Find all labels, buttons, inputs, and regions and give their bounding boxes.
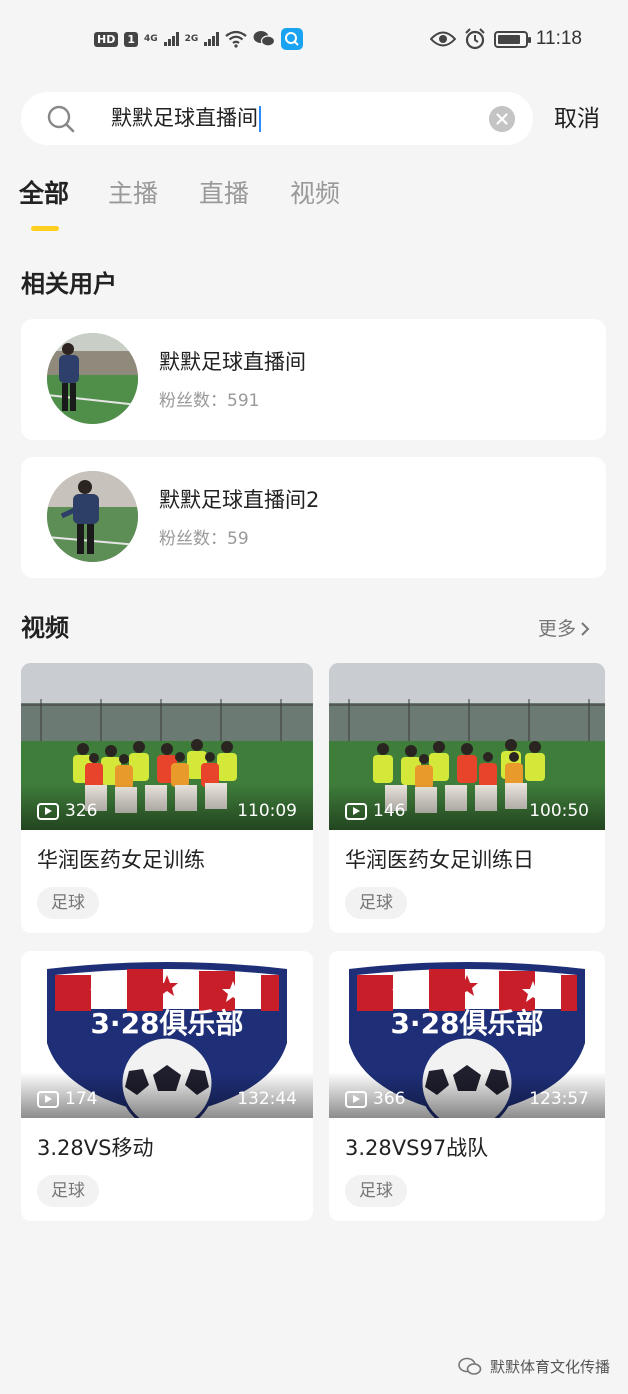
tab-indicator xyxy=(31,226,59,231)
battery-icon xyxy=(493,30,531,48)
avatar[interactable] xyxy=(47,333,138,424)
text-caret xyxy=(259,106,261,132)
wifi-icon xyxy=(225,30,247,48)
video-tag[interactable]: 足球 xyxy=(37,887,99,919)
tab-live[interactable]: 直播 xyxy=(199,177,249,211)
user-name: 默默足球直播间2 xyxy=(159,488,320,512)
tab-all[interactable]: 全部 xyxy=(19,177,69,211)
play-count: 326 xyxy=(37,800,97,822)
user-name: 默默足球直播间 xyxy=(159,350,306,374)
clear-icon[interactable] xyxy=(489,106,515,132)
video-title: 华润医药女足训练 xyxy=(37,848,205,872)
watermark: 默默体育文化传播 xyxy=(458,1356,610,1377)
video-duration: 132:44 xyxy=(237,1089,297,1109)
sim-icon: 1 xyxy=(124,31,138,47)
hd-icon: HD xyxy=(94,31,119,47)
badge-text: 3·28俱乐部 xyxy=(90,1007,243,1040)
play-count-value: 174 xyxy=(65,1089,98,1109)
user-fans-count: 粉丝数：591 xyxy=(159,391,260,411)
section-title-videos: 视频 xyxy=(21,614,69,642)
search-query[interactable]: 默默足球直播间 xyxy=(111,105,261,132)
alarm-icon xyxy=(465,28,485,50)
status-bar: HD 1 4G 2G 11:18 xyxy=(0,0,628,80)
play-count: 366 xyxy=(345,1088,405,1110)
more-label: 更多 xyxy=(538,618,577,640)
cancel-button[interactable]: 取消 xyxy=(554,104,600,134)
section-title-users: 相关用户 xyxy=(21,270,117,298)
user-card[interactable]: 默默足球直播间 粉丝数：591 xyxy=(21,319,606,440)
play-count-value: 366 xyxy=(373,1089,406,1109)
video-thumbnail: 326 110:09 xyxy=(21,663,313,830)
video-title: 华润医药女足训练日 xyxy=(345,848,534,872)
video-thumbnail: 146 100:50 xyxy=(329,663,605,830)
network-2g-label: 2G xyxy=(184,34,199,44)
eye-icon xyxy=(429,31,456,47)
video-title: 3.28VS移动 xyxy=(37,1136,154,1160)
play-icon xyxy=(345,802,367,820)
user-card[interactable]: 默默足球直播间2 粉丝数：59 xyxy=(21,457,606,578)
avatar[interactable] xyxy=(47,471,138,562)
badge-text: 3·28俱乐部 xyxy=(390,1007,543,1040)
video-duration: 110:09 xyxy=(237,801,297,821)
video-tag[interactable]: 足球 xyxy=(345,1175,407,1207)
play-icon xyxy=(37,1090,59,1108)
video-card[interactable]: 326 110:09 华润医药女足训练 足球 xyxy=(21,663,313,933)
video-card[interactable]: 146 100:50 华润医药女足训练日 足球 xyxy=(329,663,605,933)
status-left: HD 1 4G 2G xyxy=(94,28,304,50)
video-title: 3.28VS97战队 xyxy=(345,1136,489,1160)
wechat-icon xyxy=(458,1357,482,1375)
search-icon xyxy=(47,105,75,133)
tab-videos[interactable]: 视频 xyxy=(290,177,340,211)
play-icon xyxy=(37,802,59,820)
more-link[interactable]: 更多 xyxy=(538,616,590,642)
search-input[interactable]: 默默足球直播间 xyxy=(21,92,533,145)
video-tag[interactable]: 足球 xyxy=(345,887,407,919)
clock: 11:18 xyxy=(535,28,582,49)
status-right: 11:18 xyxy=(429,28,582,50)
watermark-text: 默默体育文化传播 xyxy=(489,1358,610,1376)
battery-fill xyxy=(497,34,520,44)
play-icon xyxy=(345,1090,367,1108)
search-app-icon xyxy=(281,28,304,50)
video-tag[interactable]: 足球 xyxy=(37,1175,99,1207)
play-count-value: 146 xyxy=(373,801,406,821)
network-4g-label: 4G xyxy=(144,34,158,44)
signal-icon xyxy=(163,32,179,46)
wechat-icon xyxy=(253,31,276,47)
tab-anchors[interactable]: 主播 xyxy=(108,177,158,211)
video-duration: 100:50 xyxy=(529,801,589,821)
play-count-value: 326 xyxy=(65,801,98,821)
play-count: 174 xyxy=(37,1088,97,1110)
video-card[interactable]: 3·28俱乐部 366 123:57 3.28VS97战队 足球 xyxy=(329,951,605,1221)
search-query-text: 默默足球直播间 xyxy=(111,106,258,130)
video-thumbnail: 3·28俱乐部 174 132:44 xyxy=(21,951,313,1118)
play-count: 146 xyxy=(345,800,405,822)
user-fans-count: 粉丝数：59 xyxy=(159,529,249,549)
video-duration: 123:57 xyxy=(529,1089,589,1109)
video-thumbnail: 3·28俱乐部 366 123:57 xyxy=(329,951,605,1118)
signal-icon-2 xyxy=(204,32,220,46)
chevron-right-icon xyxy=(581,622,590,636)
video-card[interactable]: 3·28俱乐部 174 132:44 3.28VS移动 足球 xyxy=(21,951,313,1221)
